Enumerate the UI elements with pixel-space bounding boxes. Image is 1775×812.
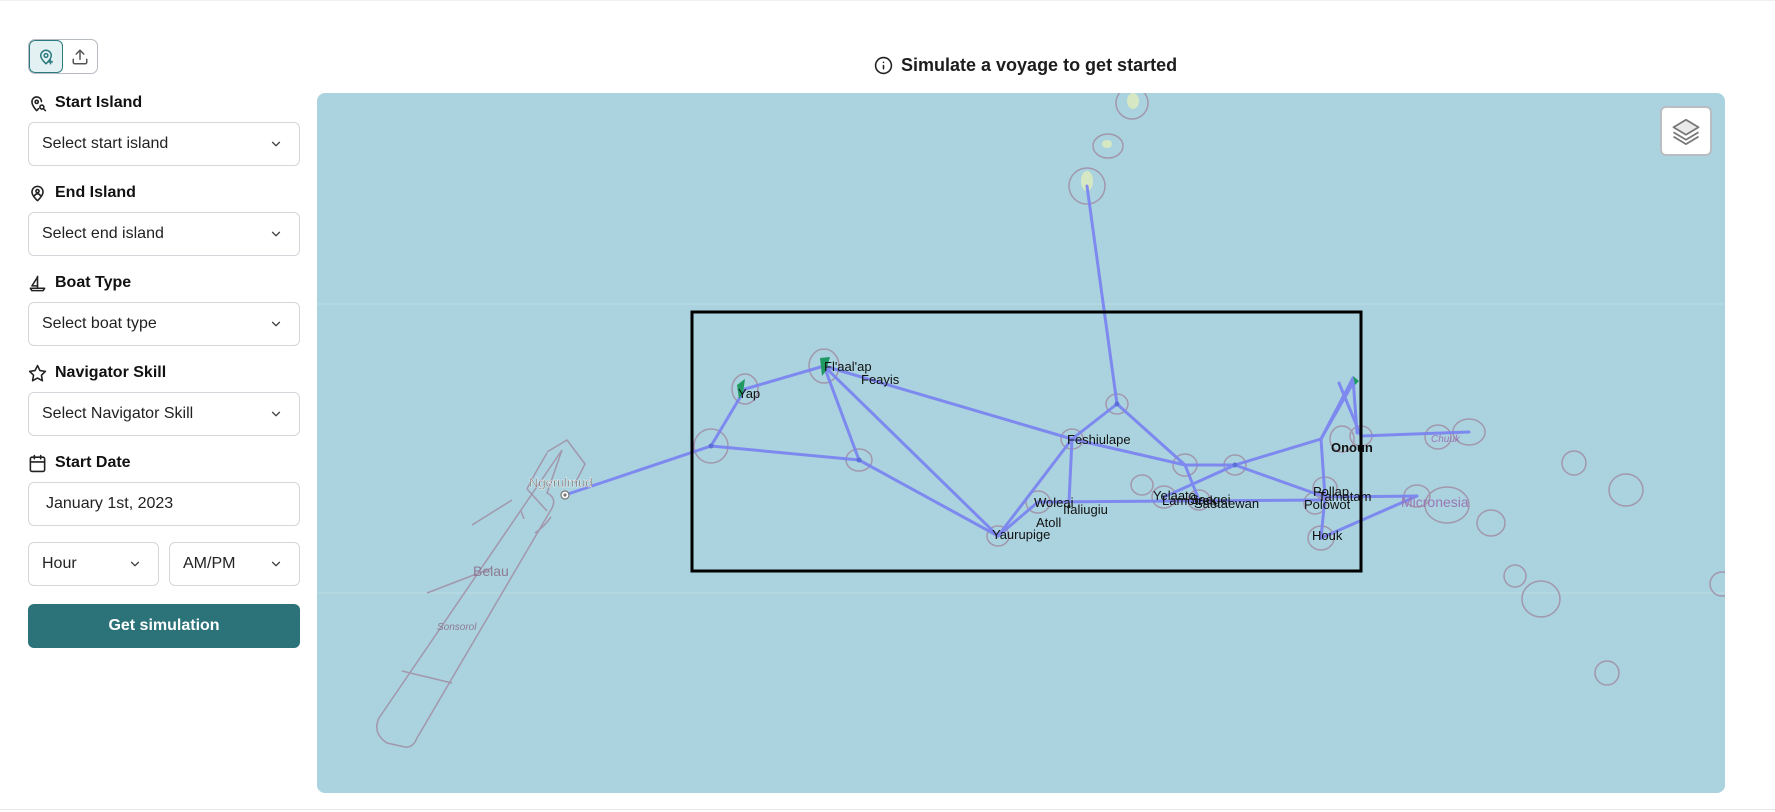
start-island-placeholder: Select start island: [42, 135, 169, 152]
input-mode-toggle: [28, 39, 98, 74]
voyage-form: Start Island Select start island End Isl…: [28, 92, 300, 648]
island-label-feayis[interactable]: Feayis: [861, 372, 900, 387]
ampm-placeholder: AM/PM: [183, 555, 236, 572]
ampm-select[interactable]: AM/PM: [169, 542, 300, 586]
basemap-label-chuuk: Chuuk: [1431, 434, 1461, 445]
layers-icon: [1672, 118, 1700, 145]
chevron-down-icon: [271, 411, 281, 417]
sailboat-icon: [29, 275, 46, 291]
calendar-icon: [29, 454, 46, 472]
island-label-feshiulape[interactable]: Feshiulape: [1067, 432, 1131, 447]
chevron-down-icon: [271, 231, 281, 237]
basemap-label-ngerulmud: Ngerulmud: [529, 475, 593, 490]
boat-type-label-row: Boat Type: [28, 272, 300, 294]
navigator-skill-label: Navigator Skill: [55, 364, 167, 381]
start-date-input[interactable]: January 1st, 2023: [28, 482, 300, 526]
info-banner: Simulate a voyage to get started: [874, 55, 1177, 76]
island-label-onoun[interactable]: Onoun: [1331, 440, 1373, 455]
basemap-label-micronesia: Micronesia: [1401, 494, 1469, 510]
info-icon: [874, 56, 893, 75]
basemap-label-belau: Belau: [473, 563, 509, 579]
upload-mode-button[interactable]: [63, 40, 97, 73]
start-island-select[interactable]: Select start island: [28, 122, 300, 166]
vegetation: [1081, 93, 1139, 191]
boat-type-placeholder: Select boat type: [42, 315, 157, 332]
time-row: Hour AM/PM: [28, 542, 300, 604]
boat-type-label: Boat Type: [55, 274, 132, 291]
hour-placeholder: Hour: [42, 555, 77, 572]
end-island-select[interactable]: Select end island: [28, 212, 300, 256]
star-icon: [28, 364, 47, 381]
map-pin-plus-icon: [40, 49, 54, 64]
island-label-ifaliugiu[interactable]: Ifaliugiu: [1063, 502, 1108, 517]
start-date-label-row: Start Date: [28, 452, 300, 474]
start-island-label-row: Start Island: [28, 92, 300, 114]
capital-marker: [560, 490, 570, 500]
navigator-skill-select[interactable]: Select Navigator Skill: [28, 392, 300, 436]
island-label-houk[interactable]: Houk: [1312, 528, 1343, 543]
layers-button[interactable]: [1660, 106, 1712, 156]
bottom-divider: [0, 809, 1775, 810]
hour-select[interactable]: Hour: [28, 542, 159, 586]
boat-type-select[interactable]: Select boat type: [28, 302, 300, 346]
start-island-label: Start Island: [55, 94, 143, 111]
start-date-label: Start Date: [55, 454, 131, 471]
navigator-skill-label-row: Navigator Skill: [28, 362, 300, 384]
end-island-label-row: End Island: [28, 182, 300, 204]
manual-mode-button[interactable]: [29, 40, 63, 73]
map-pin-search-icon: [31, 95, 47, 111]
info-banner-text: Simulate a voyage to get started: [901, 55, 1178, 75]
basemap-label-sonsorol: Sonsorol: [437, 622, 477, 633]
island-label-yap[interactable]: Yap: [738, 386, 760, 401]
start-date-value: January 1st, 2023: [46, 495, 174, 512]
chevron-down-icon: [130, 561, 140, 567]
map-pin-user-icon: [31, 185, 44, 201]
top-divider: [0, 0, 1775, 1]
get-simulation-button[interactable]: Get simulation: [28, 604, 300, 648]
island-label-saetaewan[interactable]: Saetaewan: [1194, 496, 1259, 511]
end-island-label: End Island: [55, 184, 136, 201]
chevron-down-icon: [271, 141, 281, 147]
island-label-polowot[interactable]: Polowot: [1304, 497, 1351, 512]
voyage-map[interactable]: Yap Fl'aal'ap Feayis Feshiulape Woleai A…: [317, 93, 1725, 793]
chevron-down-icon: [271, 321, 281, 327]
island-label-yaurupige[interactable]: Yaurupige: [992, 527, 1050, 542]
end-island-placeholder: Select end island: [42, 225, 164, 242]
navigator-skill-placeholder: Select Navigator Skill: [42, 405, 194, 422]
chevron-down-icon: [271, 561, 281, 567]
upload-icon: [72, 49, 88, 64]
